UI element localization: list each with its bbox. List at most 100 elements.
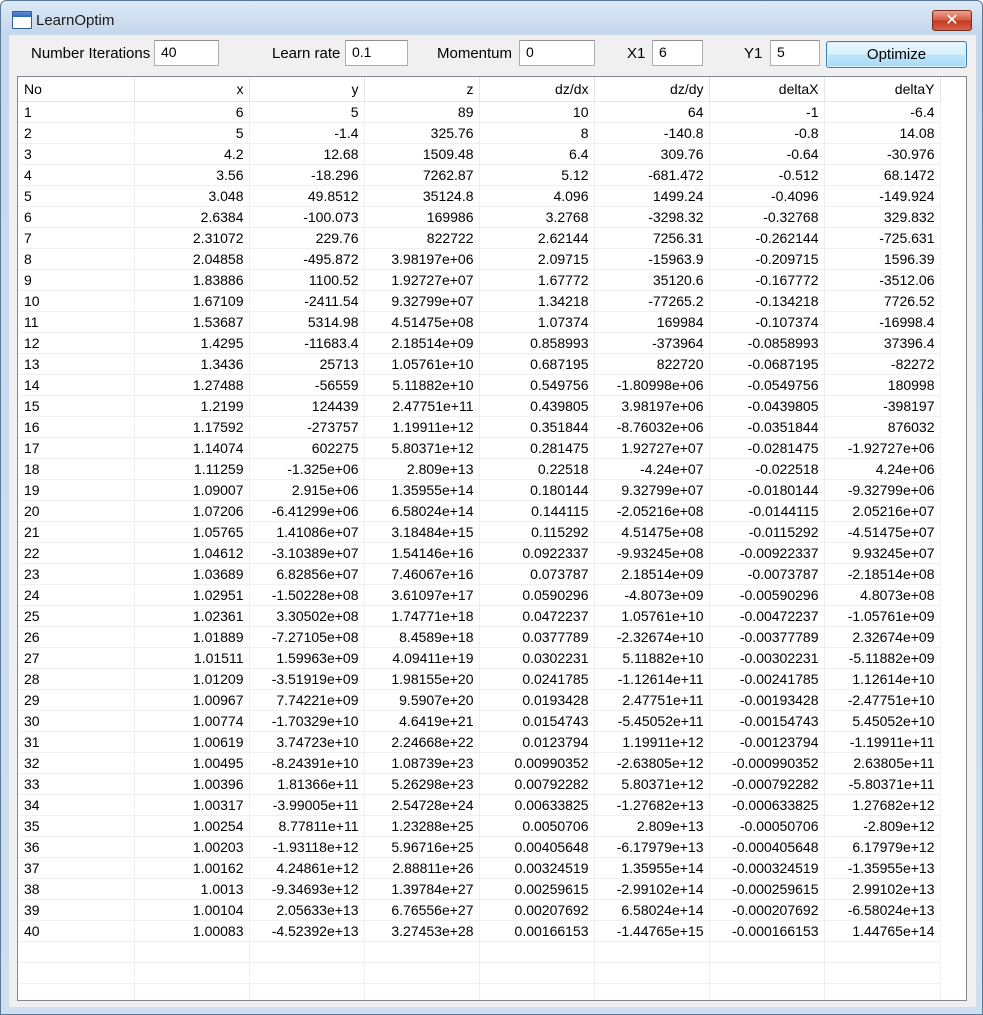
table-row[interactable]: 37 1.00162 4.24861e+12 2.88811e+26 0.0032451… (18, 857, 941, 879)
title-bar[interactable]: LearnOptim ✕ (1, 1, 982, 33)
column-header-z[interactable]: z (364, 77, 480, 102)
table-row[interactable]: 11 1.53687 5314.98 4.51475e+08 1.07374 169984… (18, 311, 941, 333)
table-row[interactable]: 12 1.4295 -11683.4 2.18514e+09 0.858993 -3739… (18, 332, 941, 354)
table-row[interactable] (18, 983, 941, 1000)
table-row[interactable]: 17 1.14074 602275 5.80371e+12 0.281475 1.9272… (18, 437, 941, 459)
table-cell: -100.073 (249, 206, 365, 228)
table-row[interactable]: 16 1.17592 -273757 1.19911e+12 0.351844 -8.76… (18, 416, 941, 438)
learn-rate-input[interactable]: 0.1 (345, 40, 408, 66)
table-cell: 4.6419e+21 (364, 710, 480, 732)
table-cell: 1.92727e+07 (594, 437, 710, 459)
table-cell: 1.53687 (134, 311, 250, 333)
table-cell (709, 962, 825, 984)
table-cell: 6 (18, 206, 135, 228)
table-cell: -4.24e+07 (594, 458, 710, 480)
table-row[interactable]: 4 3.56 -18.296 7262.87 5.12 -681.472 -0.512 68.… (18, 164, 941, 186)
column-header-y[interactable]: y (249, 77, 365, 102)
table-row[interactable]: 6 2.6384 -100.073 169986 3.2768 -3298.32 -0.32… (18, 206, 941, 228)
close-button[interactable]: ✕ (932, 10, 972, 31)
table-cell: 7256.31 (594, 227, 710, 249)
table-cell: 1.00162 (134, 857, 250, 879)
column-header-dz-dy[interactable]: dz/dy (594, 77, 710, 102)
table-cell: 2.54728e+24 (364, 794, 480, 816)
table-row[interactable]: 24 1.02951 -1.50228e+08 3.61097e+17 0.059029… (18, 584, 941, 606)
table-cell: 1.03689 (134, 563, 250, 585)
column-header-no[interactable]: No (18, 77, 135, 102)
table-cell: 3.61097e+17 (364, 584, 480, 606)
table-cell: 17 (18, 437, 135, 459)
table-row[interactable] (18, 941, 941, 963)
table-row[interactable]: 19 1.09007 2.915e+06 1.35955e+14 0.180144 9.3… (18, 479, 941, 501)
table-cell: 7262.87 (364, 164, 480, 186)
table-cell: 5.80371e+12 (594, 773, 710, 795)
table-cell: 6.4 (479, 143, 595, 165)
table-row[interactable]: 13 1.3436 25713 1.05761e+10 0.687195 822720 -0… (18, 353, 941, 375)
table-row[interactable]: 28 1.01209 -3.51919e+09 1.98155e+20 0.024178… (18, 668, 941, 690)
table-cell: 5 (18, 185, 135, 207)
table-row[interactable]: 1 6 5 89 10 64 -1 -6.4 (18, 101, 941, 123)
table-row[interactable]: 3 4.2 12.68 1509.48 6.4 309.76 -0.64 -30.976 (18, 143, 941, 165)
table-cell: 3.74723e+10 (249, 731, 365, 753)
table-row[interactable]: 40 1.00083 -4.52392e+13 3.27453e+28 0.001661… (18, 920, 941, 942)
table-cell: -4.52392e+13 (249, 920, 365, 942)
table-row[interactable]: 34 1.00317 -3.99005e+11 2.54728e+24 0.006338… (18, 794, 941, 816)
table-row[interactable]: 7 2.31072 229.76 822722 2.62144 7256.31 -0.262… (18, 227, 941, 249)
table-cell: -373964 (594, 332, 710, 354)
table-row[interactable]: 30 1.00774 -1.70329e+10 4.6419e+21 0.0154743… (18, 710, 941, 732)
y1-input[interactable]: 5 (770, 40, 820, 66)
results-grid[interactable]: No x y z dz/dx dz/dy deltaX deltaY 1 6 5 89 10 64 -1-… (17, 76, 967, 1001)
table-row[interactable]: 18 1.11259 -1.325e+06 2.809e+13 0.22518 -4.24… (18, 458, 941, 480)
table-cell: -3.10389e+07 (249, 542, 365, 564)
table-row[interactable]: 32 1.00495 -8.24391e+10 1.08739e+23 0.009903… (18, 752, 941, 774)
column-header-deltay[interactable]: deltaY (824, 77, 941, 102)
optimize-button[interactable]: Optimize (826, 41, 967, 68)
table-row[interactable]: 36 1.00203 -1.93118e+12 5.96716e+25 0.004056… (18, 836, 941, 858)
iterations-input[interactable]: 40 (154, 40, 219, 66)
table-row[interactable]: 23 1.03689 6.82856e+07 7.46067e+16 0.073787 2… (18, 563, 941, 585)
table-cell: 8 (479, 122, 595, 144)
table-cell: 35 (18, 815, 135, 837)
table-cell: 1.00967 (134, 689, 250, 711)
x1-input[interactable]: 6 (652, 40, 703, 66)
table-cell: -149.924 (824, 185, 941, 207)
table-cell: 822720 (594, 353, 710, 375)
table-cell: 1.00203 (134, 836, 250, 858)
table-row[interactable]: 14 1.27488 -56559 5.11882e+10 0.549756 -1.809… (18, 374, 941, 396)
table-row[interactable]: 5 3.048 49.8512 35124.8 4.096 1499.24 -0.4096-… (18, 185, 941, 207)
table-row[interactable]: 22 1.04612 -3.10389e+07 1.54146e+16 0.092233… (18, 542, 941, 564)
table-cell: 68.1472 (824, 164, 941, 186)
table-cell: 2.04858 (134, 248, 250, 270)
table-cell: 7.74221e+09 (249, 689, 365, 711)
table-row[interactable]: 27 1.01511 1.59963e+09 4.09411e+19 0.0302231… (18, 647, 941, 669)
table-row[interactable]: 29 1.00967 7.74221e+09 9.5907e+20 0.0193428 2… (18, 689, 941, 711)
table-row[interactable]: 33 1.00396 1.81366e+11 5.26298e+23 0.0079228… (18, 773, 941, 795)
table-row[interactable] (18, 962, 941, 984)
table-row[interactable]: 2 5 -1.4 325.76 8 -140.8 -0.8 14.08 (18, 122, 941, 144)
table-cell: -4.8073e+09 (594, 584, 710, 606)
table-cell: -1.19911e+11 (824, 731, 941, 753)
table-row[interactable]: 9 1.83886 1100.52 1.92727e+07 1.67772 35120.6… (18, 269, 941, 291)
app-window-icon (12, 11, 32, 29)
table-cell: -681.472 (594, 164, 710, 186)
table-row[interactable]: 10 1.67109 -2411.54 9.32799e+07 1.34218 -7726… (18, 290, 941, 312)
table-row[interactable]: 21 1.05765 1.41086e+07 3.18484e+15 0.115292 4… (18, 521, 941, 543)
table-row[interactable]: 39 1.00104 2.05633e+13 6.76556e+27 0.0020769… (18, 899, 941, 921)
table-row[interactable]: 31 1.00619 3.74723e+10 2.24668e+22 0.0123794… (18, 731, 941, 753)
table-cell: -2.32674e+10 (594, 626, 710, 648)
table-cell: 1.02951 (134, 584, 250, 606)
table-cell: 25713 (249, 353, 365, 375)
table-cell: 0.115292 (479, 521, 595, 543)
table-row[interactable]: 26 1.01889 -7.27105e+08 8.4589e+18 0.0377789… (18, 626, 941, 648)
table-row[interactable]: 35 1.00254 8.77811e+11 1.23288e+25 0.0050706… (18, 815, 941, 837)
table-cell: -3.51919e+09 (249, 668, 365, 690)
momentum-input[interactable]: 0 (519, 40, 595, 66)
table-row[interactable]: 15 1.2199 124439 2.47751e+11 0.439805 3.98197… (18, 395, 941, 417)
table-row[interactable]: 25 1.02361 3.30502e+08 1.74771e+18 0.0472237… (18, 605, 941, 627)
column-header-x[interactable]: x (134, 77, 250, 102)
column-header-dz-dx[interactable]: dz/dx (479, 77, 595, 102)
column-header-deltax[interactable]: deltaX (709, 77, 825, 102)
table-cell: -0.64 (709, 143, 825, 165)
table-row[interactable]: 38 1.0013 -9.34693e+12 1.39784e+27 0.0025961… (18, 878, 941, 900)
table-row[interactable]: 20 1.07206 -6.41299e+06 6.58024e+14 0.144115… (18, 500, 941, 522)
table-row[interactable]: 8 2.04858 -495.872 3.98197e+06 2.09715 -15963… (18, 248, 941, 270)
